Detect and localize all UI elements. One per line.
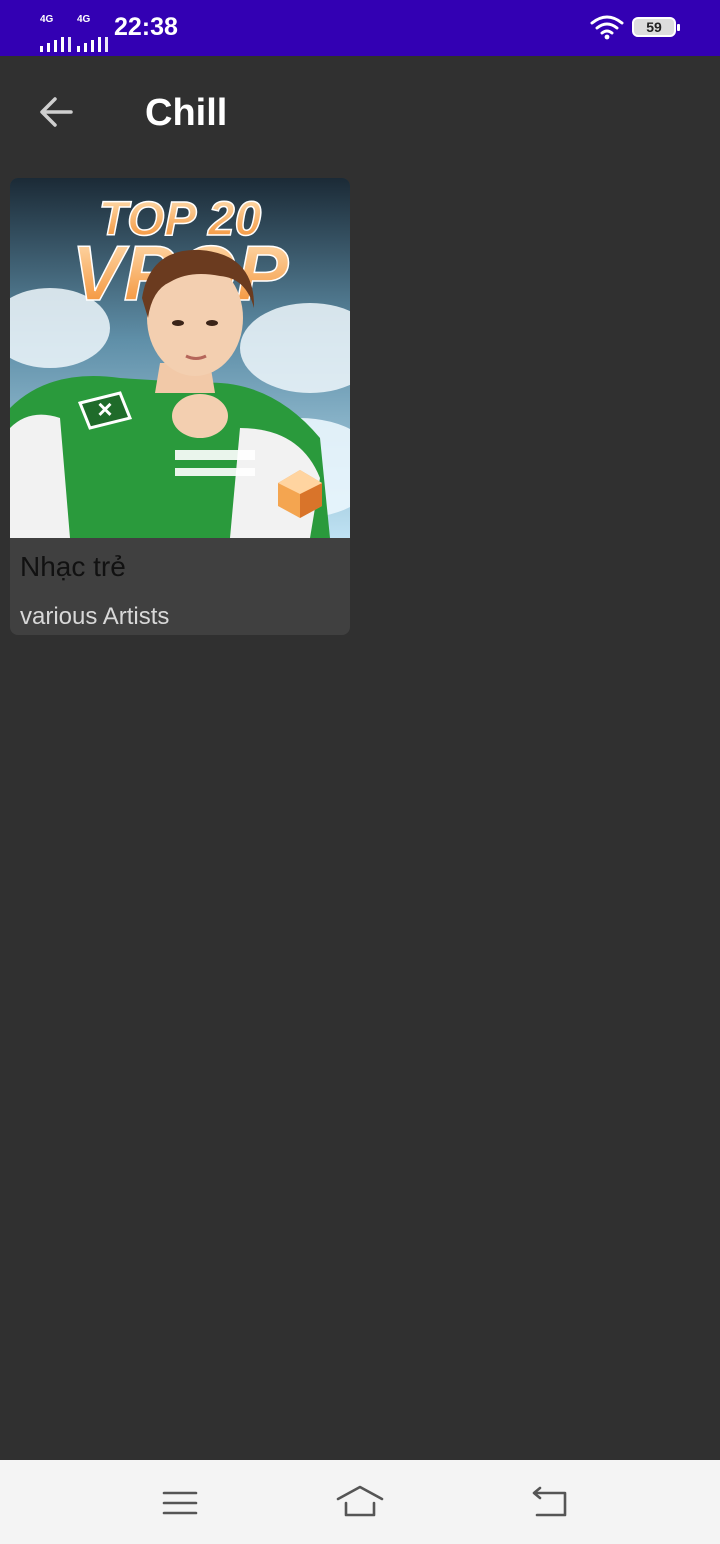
playlist-card[interactable]: TOP 20 VPOP × Nhạc trẻ various Artists bbox=[10, 178, 350, 635]
back-icon bbox=[532, 1486, 567, 1517]
album-cover-image: TOP 20 VPOP × bbox=[10, 178, 350, 538]
playlist-title: Nhạc trẻ bbox=[20, 551, 126, 582]
recent-apps-button[interactable] bbox=[155, 1478, 205, 1528]
arrow-back-icon bbox=[40, 97, 73, 127]
battery-icon: 59 bbox=[632, 17, 680, 37]
back-nav-button[interactable] bbox=[525, 1478, 575, 1528]
battery-level: 59 bbox=[646, 19, 662, 35]
network-type-label: 4G bbox=[40, 14, 54, 25]
svg-text:×: × bbox=[97, 394, 112, 424]
home-icon bbox=[336, 1485, 384, 1517]
home-button[interactable] bbox=[335, 1478, 385, 1528]
status-bar: 4G 4G 22:38 59 bbox=[0, 0, 720, 56]
clock: 22:38 bbox=[114, 13, 178, 41]
system-nav-bar bbox=[0, 1460, 720, 1544]
network-type-label: 4G bbox=[77, 14, 91, 25]
page-title: Chill bbox=[145, 92, 228, 134]
back-button[interactable] bbox=[34, 90, 78, 134]
wifi-icon bbox=[590, 14, 624, 45]
playlist-artists: various Artists bbox=[20, 603, 170, 630]
menu-icon bbox=[162, 1491, 198, 1515]
